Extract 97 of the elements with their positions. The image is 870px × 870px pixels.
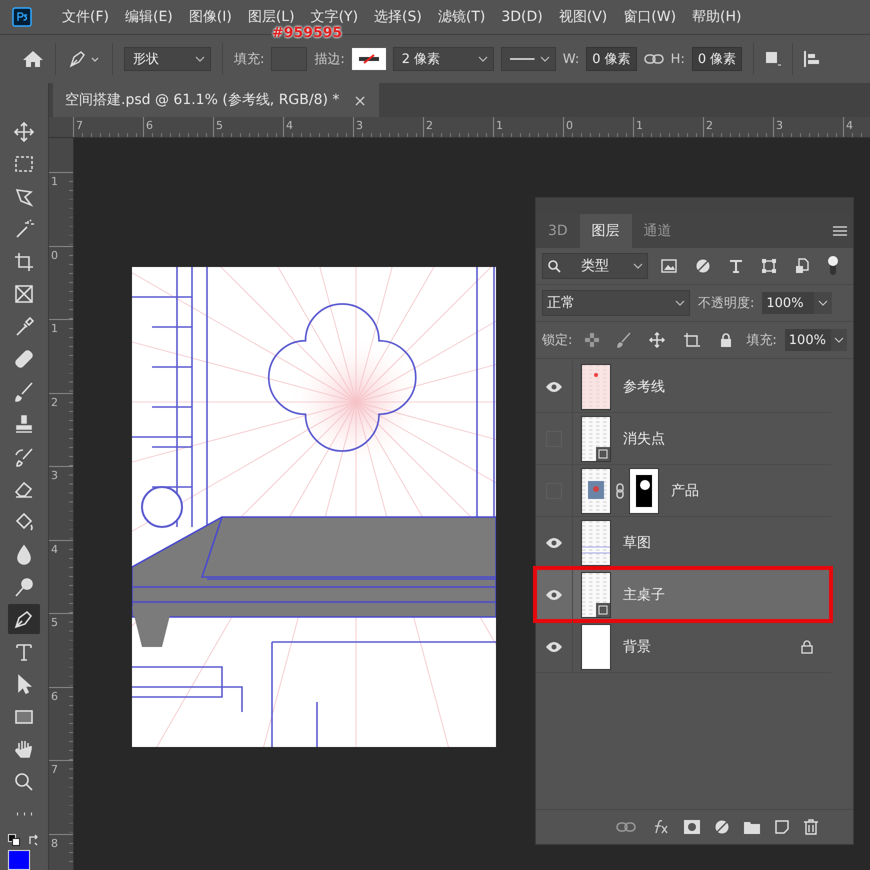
fill-label: 填充: — [234, 51, 264, 68]
layer-name: 产品 — [671, 482, 699, 500]
pen-tool-icon[interactable] — [8, 604, 40, 634]
align-icon[interactable] — [804, 51, 820, 67]
app-logo-icon[interactable] — [12, 7, 32, 27]
ruler-number: 0 — [565, 119, 573, 132]
stroke-width-dropdown[interactable]: 2 像素 — [392, 47, 494, 71]
foreground-color-swatch[interactable] — [8, 850, 30, 870]
menu-item[interactable]: 选择(S) — [366, 8, 430, 26]
chain-link-icon[interactable] — [615, 482, 625, 498]
stroke-style-dropdown[interactable] — [500, 47, 556, 71]
layer-row[interactable]: 主桌子 — [536, 569, 831, 621]
ruler-number: 6 — [145, 119, 153, 132]
blend-mode-dropdown[interactable]: 正常 — [542, 290, 690, 316]
ruler-number: 1 — [495, 119, 503, 132]
layer-name: 主桌子 — [623, 586, 665, 604]
layer-filter-dropdown[interactable]: 类型 — [542, 253, 648, 279]
document-tab-title[interactable]: 空间搭建.psd @ 61.1% (参考线, RGB/8) * — [65, 91, 340, 109]
opacity-field[interactable]: 100% — [762, 292, 814, 314]
pen-tool-icon[interactable] — [67, 49, 101, 69]
ruler-number: 0 — [50, 248, 58, 262]
layer-row[interactable]: 产品 — [536, 465, 831, 517]
opacity-label: 不透明度: — [698, 295, 754, 312]
link-icon[interactable] — [644, 53, 664, 65]
search-icon — [547, 259, 561, 273]
layer-thumbnail — [581, 468, 611, 514]
layer-name: 消失点 — [623, 430, 665, 448]
ruler-number: 1 — [635, 119, 643, 132]
ruler-number: 5 — [215, 119, 223, 132]
menu-item[interactable]: 滤镜(T) — [430, 8, 494, 26]
color-code-annotation: #959595 — [272, 25, 342, 41]
eye-icon[interactable] — [545, 536, 563, 548]
eye-icon[interactable] — [545, 640, 563, 652]
ruler-number: 5 — [50, 616, 58, 629]
stroke-label: 描边: — [314, 51, 345, 68]
eye-icon[interactable] — [545, 588, 563, 600]
eye-icon[interactable] — [545, 380, 563, 392]
fill-field[interactable]: 100% — [784, 329, 832, 351]
panel-tab[interactable]: 3D — [536, 214, 580, 248]
path-operations-icon[interactable] — [765, 51, 782, 67]
ruler-number: 7 — [50, 763, 58, 776]
ruler-number: 4 — [285, 119, 293, 132]
ruler-number: 2 — [50, 396, 58, 408]
layer-thumbnail — [581, 364, 611, 410]
mode-dropdown[interactable]: 形状 — [124, 47, 211, 71]
ruler-number: 8 — [50, 836, 58, 850]
layer-thumbnail — [581, 520, 611, 566]
layer-name: 背景 — [623, 638, 651, 656]
ruler-number: 4 — [845, 119, 853, 132]
panel-tab[interactable]: 通道 — [632, 214, 684, 248]
fill-label: 填充: — [746, 332, 777, 349]
default-colors-icon[interactable] — [8, 834, 20, 846]
height-label: H: — [670, 52, 685, 66]
ruler-number: 6 — [50, 690, 58, 702]
menu-item[interactable]: 视图(V) — [550, 8, 616, 26]
menu-item[interactable]: 编辑(E) — [116, 8, 181, 26]
ruler-number: 2 — [425, 119, 433, 132]
chevron-down-icon — [540, 56, 550, 62]
width-field[interactable]: 0 像素 — [586, 47, 637, 71]
menu-item[interactable]: 图像(I) — [180, 8, 240, 26]
layer-row[interactable]: 背景 — [536, 621, 831, 673]
chevron-down-icon — [195, 56, 205, 62]
layer-thumbnail — [581, 416, 611, 462]
ruler-number: 2 — [705, 119, 713, 132]
layer-name: 参考线 — [623, 378, 665, 396]
ruler-number: 3 — [355, 119, 363, 132]
width-label: W: — [562, 52, 580, 66]
layer-row[interactable]: 草图 — [536, 517, 831, 569]
chevron-down-icon — [478, 56, 488, 62]
menu-item[interactable]: 文字(Y) — [302, 8, 366, 26]
stroke-swatch[interactable] — [352, 48, 386, 70]
ruler-number: 3 — [50, 469, 58, 482]
ruler-number: 4 — [50, 542, 58, 556]
height-field[interactable]: 0 像素 — [692, 47, 742, 71]
layer-row[interactable]: 参考线 — [536, 361, 831, 413]
layer-name: 草图 — [623, 534, 651, 552]
opacity-dropdown-icon[interactable] — [814, 292, 832, 314]
lock-label: 锁定: — [542, 332, 572, 349]
panel-tab[interactable]: 图层 — [580, 214, 632, 248]
menu-item[interactable]: 文件(F) — [54, 8, 117, 26]
chevron-down-icon — [675, 300, 685, 306]
layer-thumbnail — [581, 572, 611, 618]
ruler-number: 1 — [50, 175, 58, 188]
fill-dropdown-icon[interactable] — [831, 329, 847, 351]
layer-row[interactable]: 消失点 — [536, 413, 831, 465]
menu-item[interactable]: 窗口(W) — [615, 8, 684, 26]
menu-item[interactable]: 3D(D) — [493, 9, 551, 25]
layer-thumbnail — [581, 624, 611, 670]
ruler-number: 3 — [775, 119, 783, 132]
menu-item[interactable]: 图层(L) — [240, 8, 303, 26]
menu-item[interactable]: 帮助(H) — [684, 8, 750, 26]
home-icon[interactable] — [22, 49, 44, 69]
close-tab-button[interactable]: × — [353, 90, 367, 110]
ruler-number: 1 — [50, 322, 58, 335]
swap-colors-icon[interactable] — [28, 834, 40, 846]
ruler-number: 7 — [75, 119, 83, 132]
chevron-down-icon — [633, 263, 643, 269]
